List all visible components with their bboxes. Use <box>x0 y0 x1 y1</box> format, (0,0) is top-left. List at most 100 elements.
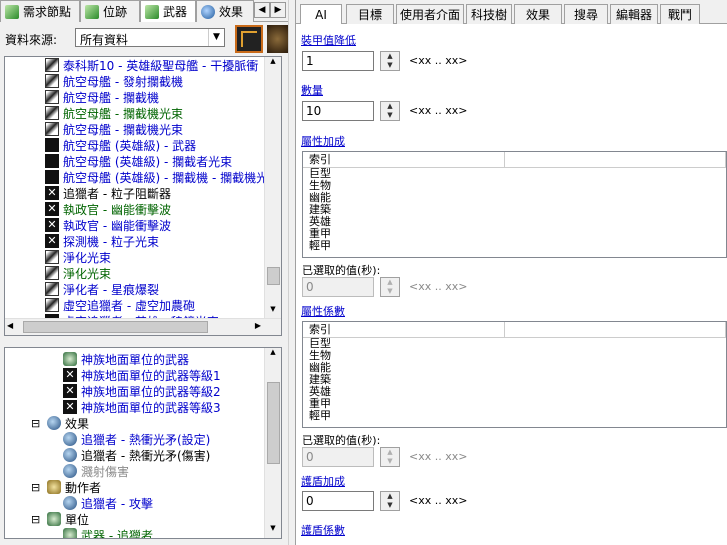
attribute-factor-selected-spinner[interactable]: ▲ ▼ <box>380 447 400 467</box>
count-field[interactable]: 10 <box>302 101 374 121</box>
list-item[interactable]: 淨化光束 <box>5 265 264 281</box>
count-link[interactable]: 數量 <box>301 82 323 98</box>
grid-row[interactable]: 重甲 <box>303 398 726 410</box>
attribute-factor-link[interactable]: 屬性係數 <box>301 303 345 319</box>
scroll-thumb[interactable] <box>267 267 280 285</box>
vertical-scrollbar[interactable]: ▲ ▼ <box>264 57 281 319</box>
horizontal-scrollbar[interactable]: ◀ ▶ <box>5 318 281 335</box>
list-item[interactable]: 航空母艦 (英雄級) - 武器 <box>5 137 264 153</box>
list-item[interactable]: 淨化光束 <box>5 249 264 265</box>
weapon-list[interactable]: 泰科斯10 - 英雄級聖母艦 - 干擾脈衝 航空母艦 - 發射攔截機 航空母艦 - … <box>4 56 282 336</box>
tree-node[interactable]: 武器 - 追獵者 <box>5 527 264 538</box>
pane-splitter[interactable] <box>288 0 296 545</box>
list-item[interactable]: 航空母艦 - 發射攔截機 <box>5 73 264 89</box>
grid-row[interactable]: 幽能 <box>303 192 726 204</box>
tab-1[interactable]: 目標 <box>346 4 394 24</box>
scroll-up-icon[interactable]: ▲ <box>265 348 281 362</box>
grid-row[interactable]: 生物 <box>303 180 726 192</box>
source-dropdown[interactable]: 所有資料 ▼ <box>75 28 225 47</box>
tab-scroll-right-button[interactable]: ▶ <box>270 2 286 18</box>
armor-reduction-field[interactable]: 1 <box>302 51 374 71</box>
shield-bonus-spinner[interactable]: ▲ ▼ <box>380 491 400 511</box>
tree-node[interactable]: ⊟ 單位 <box>5 511 264 527</box>
list-item[interactable]: 航空母艦 - 攔截機光束 <box>5 105 264 121</box>
collapse-icon[interactable]: ⊟ <box>31 417 45 430</box>
left-tab[interactable]: 武器 <box>140 0 196 22</box>
tree-node[interactable]: 追獵者 - 熱衝光矛(傷害) <box>5 447 264 463</box>
tab-7[interactable]: 戰鬥 <box>660 4 700 24</box>
list-item[interactable]: 虛空追獵者 - 虛空加農砲 <box>5 297 264 313</box>
collapse-icon[interactable]: ⊟ <box>31 513 45 526</box>
tree-node[interactable]: ✕ 神族地面單位的武器等級2 <box>5 383 264 399</box>
list-item[interactable]: ✕ 執政官 - 幽能衝擊波 <box>5 201 264 217</box>
shield-factor-link[interactable]: 護盾係數 <box>301 522 345 538</box>
reference-tree[interactable]: 神族地面單位的武器 ✕ 神族地面單位的武器等級1 ✕ 神族地面單位的武器等級2 ✕ 神族地面… <box>4 347 282 539</box>
attribute-bonus-link[interactable]: 屬性加成 <box>301 133 345 149</box>
list-item[interactable]: 航空母艦 (英雄級) - 攔截機 - 攔截機光束 <box>5 169 280 185</box>
value-column-header[interactable] <box>505 322 726 337</box>
armor-reduction-spinner[interactable]: ▲ ▼ <box>380 51 400 71</box>
tree-node[interactable]: 追獵者 - 熱衝光矛(設定) <box>5 431 264 447</box>
armor-reduction-link[interactable]: 裝甲值降低 <box>301 32 356 48</box>
attribute-bonus-grid[interactable]: 索引 巨型 生物 幽能 建築 英雄 重甲 輕甲 <box>302 151 727 258</box>
left-tab[interactable]: 位跡 <box>80 0 140 22</box>
scroll-down-icon[interactable]: ▼ <box>265 305 281 319</box>
shield-bonus-field[interactable]: 0 <box>302 491 374 511</box>
tree-node[interactable]: 追獵者 - 攻擊 <box>5 495 264 511</box>
tree-node[interactable]: ✕ 神族地面單位的武器等級1 <box>5 367 264 383</box>
scroll-up-icon[interactable]: ▲ <box>265 57 281 71</box>
grid-row[interactable]: 英雄 <box>303 386 726 398</box>
vertical-scrollbar[interactable]: ▲ ▼ <box>264 348 281 538</box>
collapse-icon[interactable]: ⊟ <box>31 481 45 494</box>
list-item[interactable]: ✕ 執政官 - 幽能衝擊波 <box>5 217 264 233</box>
tree-node[interactable]: ✕ 神族地面單位的武器等級3 <box>5 399 264 415</box>
tab-4[interactable]: 效果 <box>514 4 562 24</box>
list-item[interactable]: 航空母艦 - 攔截機光束 <box>5 121 264 137</box>
list-item[interactable]: 淨化者 - 星痕爆裂 <box>5 281 264 297</box>
grid-row[interactable]: 英雄 <box>303 216 726 228</box>
attribute-bonus-selected-field[interactable]: 0 <box>302 277 374 297</box>
list-item[interactable]: 航空母艦 - 攔截機 <box>5 89 264 105</box>
tab-0[interactable]: AI <box>300 4 342 24</box>
count-spinner[interactable]: ▲ ▼ <box>380 101 400 121</box>
value-column-header[interactable] <box>505 152 726 167</box>
grid-row[interactable]: 輕甲 <box>303 240 726 252</box>
grid-row[interactable]: 巨型 <box>303 168 726 180</box>
scroll-down-icon[interactable]: ▼ <box>265 524 281 538</box>
left-tab[interactable]: 效果 <box>196 0 254 22</box>
shield-bonus-link[interactable]: 護盾加成 <box>301 473 345 489</box>
grid-row[interactable]: 建築 <box>303 374 726 386</box>
attribute-factor-grid[interactable]: 索引 巨型 生物 幽能 建築 英雄 重甲 輕甲 <box>302 321 727 428</box>
grid-row[interactable]: 重甲 <box>303 228 726 240</box>
grid-row[interactable]: 建築 <box>303 204 726 216</box>
tab-3[interactable]: 科技樹 <box>466 4 512 24</box>
tab-2[interactable]: 使用者介面 <box>396 4 464 24</box>
list-item[interactable]: 泰科斯10 - 英雄級聖母艦 - 干擾脈衝 <box>5 57 264 73</box>
tree-node[interactable]: ⊟ 效果 <box>5 415 264 431</box>
grid-row[interactable]: 生物 <box>303 350 726 362</box>
scroll-thumb[interactable] <box>267 382 280 464</box>
left-tab[interactable]: 需求節點 <box>0 0 80 22</box>
tree-node[interactable]: ⊟ 動作者 <box>5 479 264 495</box>
grid-row[interactable]: 巨型 <box>303 338 726 350</box>
tree-node[interactable]: 神族地面單位的武器 <box>5 351 264 367</box>
list-item[interactable]: ✕ 探測機 - 粒子光束 <box>5 233 264 249</box>
attribute-bonus-selected-spinner[interactable]: ▲ ▼ <box>380 277 400 297</box>
index-column-header[interactable]: 索引 <box>303 152 505 167</box>
list-item[interactable]: ✕ 追獵者 - 粒子阻斷器 <box>5 185 264 201</box>
grid-row[interactable]: 輕甲 <box>303 410 726 422</box>
list-item[interactable]: 航空母艦 (英雄級) - 攔截者光束 <box>5 153 264 169</box>
tree-node[interactable]: 濺射傷害 <box>5 463 264 479</box>
tab-6[interactable]: 編輯器 <box>610 4 658 24</box>
tab-5[interactable]: 搜尋 <box>564 4 608 24</box>
tab-scroll-left-button[interactable]: ◀ <box>254 2 270 18</box>
grid-row[interactable]: 幽能 <box>303 362 726 374</box>
weapon-icon <box>45 266 59 280</box>
index-column-header[interactable]: 索引 <box>303 322 505 337</box>
unit-portrait-button[interactable] <box>267 25 288 53</box>
scroll-thumb[interactable] <box>23 321 208 333</box>
scroll-left-icon[interactable]: ◀ <box>7 321 13 330</box>
attribute-factor-selected-field[interactable]: 0 <box>302 447 374 467</box>
scroll-right-icon[interactable]: ▶ <box>255 321 261 330</box>
tree-view-toggle-button[interactable] <box>235 25 263 53</box>
